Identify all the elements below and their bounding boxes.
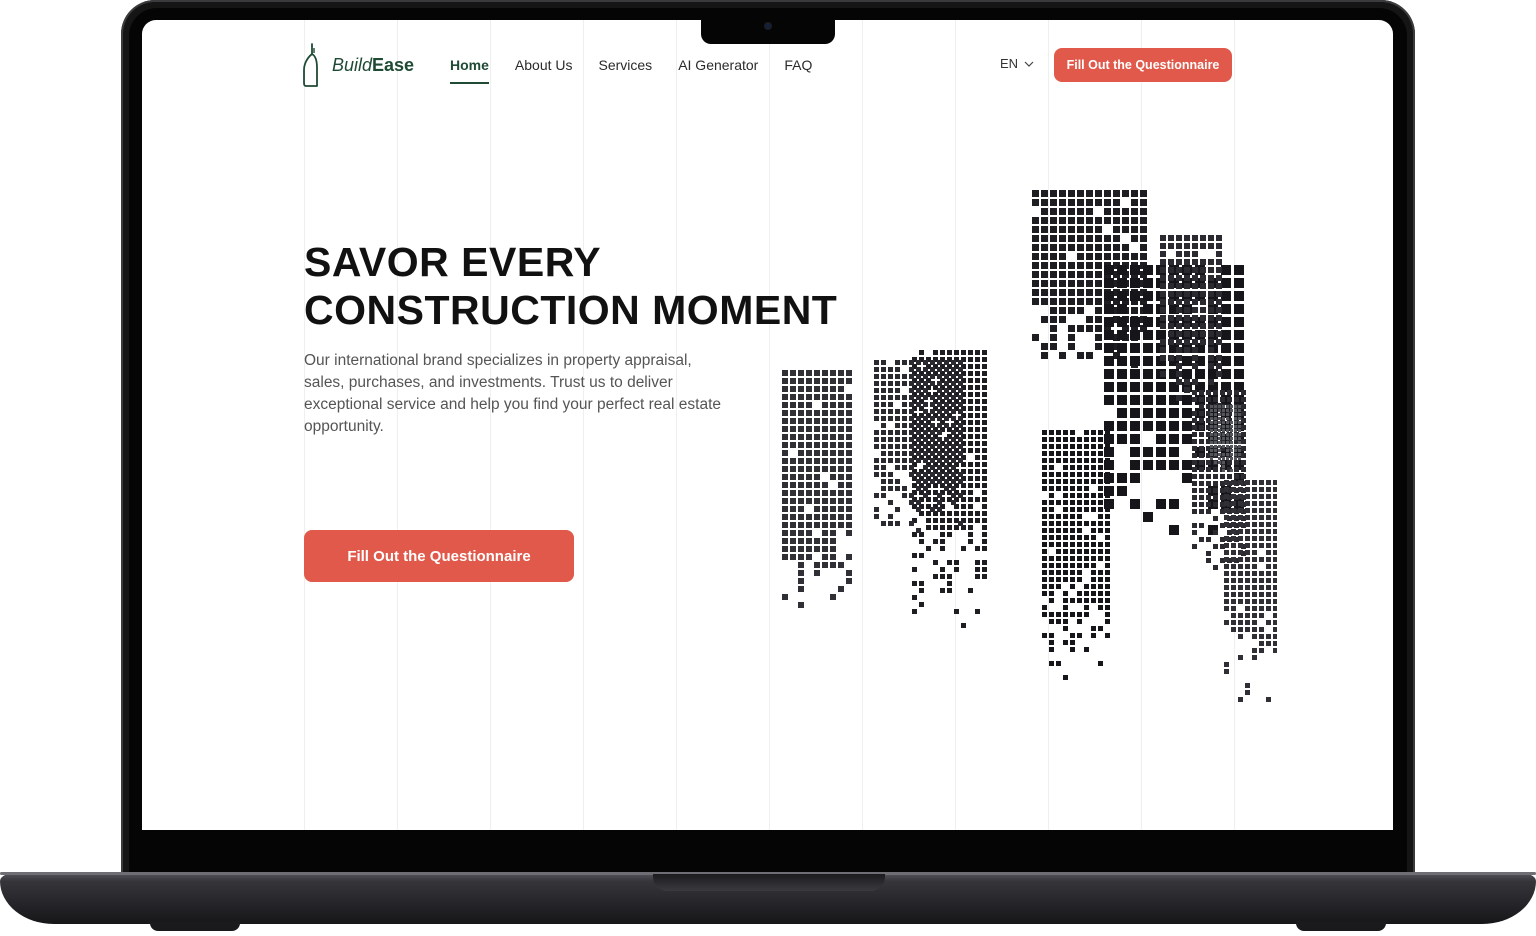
building-logo-icon [303,43,318,87]
pixel-skyscrapers-illustration [782,190,1277,702]
nav-item-home[interactable]: Home [450,54,489,84]
hero-questionnaire-button[interactable]: Fill Out the Questionnaire [304,530,574,582]
nav-item-faq[interactable]: FAQ [784,54,812,76]
laptop-opening-notch [653,874,885,891]
nav-item-services[interactable]: Services [599,54,653,76]
header-questionnaire-button[interactable]: Fill Out the Questionnaire [1054,48,1232,82]
hero-description: Our international brand specializes in p… [304,352,722,435]
brand-name-light: Build [332,54,373,75]
brand-name-bold: Ease [372,54,415,75]
camera-notch [701,20,835,44]
brand-logo[interactable]: BuildEase [302,42,414,88]
chevron-down-icon [1024,61,1034,67]
brand-name: BuildEase [332,55,414,76]
main-nav: Home About Us Services AI Generator FAQ [450,54,838,84]
website-screen: BuildEase Home About Us Services AI Gene… [142,20,1393,830]
camera-icon [765,23,771,29]
language-label: EN [1000,56,1019,71]
nav-item-ai-generator[interactable]: AI Generator [678,54,758,76]
laptop-foot-right [1296,921,1386,931]
language-selector[interactable]: EN [1000,56,1034,71]
nav-item-about-us[interactable]: About Us [515,54,573,76]
laptop-foot-left [150,921,240,931]
